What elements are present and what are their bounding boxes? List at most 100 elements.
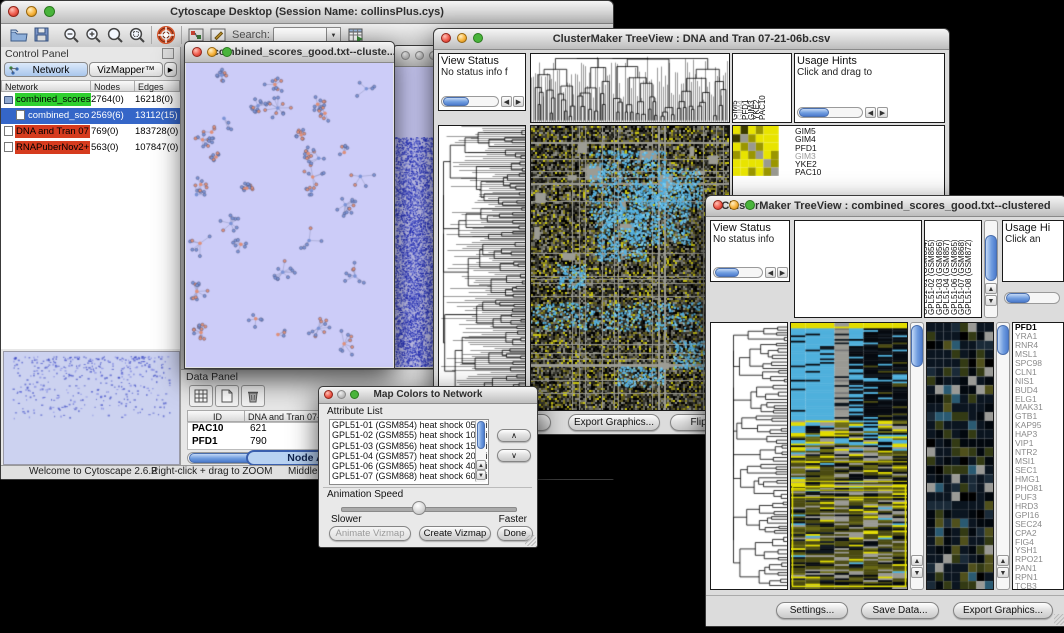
scroll-right-icon[interactable]: ▶: [877, 107, 888, 118]
open-icon[interactable]: [10, 27, 28, 48]
scroll-up-icon[interactable]: ▲: [997, 555, 1009, 566]
heatmap-panel[interactable]: [530, 125, 730, 411]
create-vizmap-button[interactable]: Create Vizmap: [419, 526, 491, 541]
heatmap-vscrollbar[interactable]: ▲ ▼: [910, 322, 924, 590]
network-list-row[interactable]: combined_sco 2569(6) 13112(15): [1, 108, 180, 124]
attribute-item[interactable]: GPL51-03 (GSM856) heat shock 15 min: [330, 441, 488, 451]
close-icon[interactable]: [192, 47, 202, 57]
animation-speed-slider[interactable]: [341, 507, 517, 512]
scroll-left-icon[interactable]: ◀: [765, 267, 776, 278]
attribute-item[interactable]: GPL51-07 (GSM868) heat shock 60 min: [330, 471, 488, 481]
view-status-text: No status info f: [441, 67, 525, 78]
scroll-down-icon[interactable]: ▼: [997, 567, 1009, 578]
move-down-button[interactable]: ∨: [497, 449, 531, 462]
column-labels-vscrollbar[interactable]: ▲ ▼: [984, 220, 998, 318]
column-header-nodes[interactable]: Nodes: [90, 80, 135, 92]
scroll-down-icon[interactable]: ▼: [911, 567, 923, 578]
attribute-item[interactable]: GPL51-01 (GSM854) heat shock 05 min: [330, 420, 488, 430]
column-dendrogram-panel[interactable]: [794, 220, 922, 318]
minimize-icon[interactable]: [729, 200, 739, 210]
birdseye-view[interactable]: [3, 351, 180, 465]
close-icon[interactable]: [401, 51, 410, 60]
scroll-up-icon[interactable]: ▲: [476, 460, 486, 470]
scroll-right-icon[interactable]: ▶: [777, 267, 788, 278]
column-header-network[interactable]: Network: [1, 80, 91, 92]
zoom-heatmap-panel[interactable]: [926, 322, 994, 590]
animate-vizmap-button[interactable]: Animate Vizmap: [329, 526, 411, 541]
new-attribute-icon[interactable]: [215, 385, 239, 407]
gene-list-hscrollbar[interactable]: [1004, 292, 1060, 304]
network-view-window[interactable]: combined_scores_good.txt--cluste...: [184, 41, 395, 369]
row-dendrogram-panel[interactable]: [438, 125, 526, 411]
network-list-row[interactable]: DNA and Tran 07 769(0) 183728(0): [1, 124, 180, 140]
zoom-in-icon[interactable]: [85, 27, 103, 49]
minimize-icon[interactable]: [337, 390, 346, 399]
resize-grip[interactable]: [1054, 614, 1064, 625]
treeview2-titlebar[interactable]: ClusterMaker TreeView : combined_scores_…: [706, 196, 1064, 217]
zoom-window-icon[interactable]: [222, 47, 232, 57]
row-dendrogram-panel[interactable]: [710, 322, 788, 590]
scroll-down-icon[interactable]: ▼: [476, 470, 486, 480]
row-label[interactable]: PAC10: [795, 168, 821, 176]
dialog-titlebar[interactable]: Map Colors to Network: [319, 387, 537, 404]
delete-attribute-icon[interactable]: [241, 385, 265, 407]
zoom-out-icon[interactable]: [63, 27, 81, 49]
zoom-vscrollbar[interactable]: ▲ ▼: [996, 322, 1010, 590]
zoom-fit-icon[interactable]: [107, 27, 125, 49]
attribute-list-vscrollbar[interactable]: ▲ ▼: [475, 420, 486, 482]
tab-scroll-right-icon[interactable]: ▶: [164, 62, 177, 77]
scroll-right-icon[interactable]: ▶: [513, 96, 524, 107]
zoom-window-icon[interactable]: [44, 6, 55, 17]
gene-label[interactable]: TCB3: [1015, 582, 1063, 590]
column-label[interactable]: GPL51-08 (GSM872): [964, 239, 973, 315]
minimize-icon[interactable]: [207, 47, 217, 57]
close-icon[interactable]: [8, 6, 19, 17]
slider-thumb[interactable]: [412, 501, 426, 515]
close-icon[interactable]: [713, 200, 723, 210]
attribute-item[interactable]: GPL51-02 (GSM855) heat shock 10 min: [330, 430, 488, 440]
close-icon[interactable]: [441, 33, 451, 43]
minimize-icon[interactable]: [26, 6, 37, 17]
view-status-hscrollbar[interactable]: [713, 267, 763, 278]
move-up-button[interactable]: ∧: [497, 429, 531, 442]
settings-button[interactable]: Settings...: [776, 602, 848, 619]
treeview1-titlebar[interactable]: ClusterMaker TreeView : DNA and Tran 07-…: [434, 29, 949, 50]
minimize-icon[interactable]: [415, 51, 424, 60]
resize-grip[interactable]: [525, 535, 536, 546]
attribute-select-icon[interactable]: [189, 385, 213, 407]
save-data-button[interactable]: Save Data...: [861, 602, 939, 619]
scroll-up-icon[interactable]: ▲: [911, 555, 923, 566]
tab-vizmapper[interactable]: VizMapper™: [89, 62, 163, 77]
network-canvas[interactable]: [186, 63, 393, 367]
heatmap-panel[interactable]: [790, 322, 908, 590]
scroll-left-icon[interactable]: ◀: [501, 96, 512, 107]
column-label[interactable]: PAC10: [758, 95, 767, 120]
float-panel-icon[interactable]: [162, 48, 174, 59]
save-icon[interactable]: [34, 27, 50, 48]
zoom-window-icon[interactable]: [350, 390, 359, 399]
tab-network[interactable]: Network: [4, 62, 88, 77]
close-icon[interactable]: [324, 390, 333, 399]
scroll-left-icon[interactable]: ◀: [865, 107, 876, 118]
column-dendrogram-panel[interactable]: [530, 53, 730, 123]
zoom-window-icon[interactable]: [745, 200, 755, 210]
network-list-row[interactable]: combined_scores 2764(0) 16218(0): [1, 92, 180, 108]
attribute-item[interactable]: GPL51-06 (GSM865) heat shock 40 min: [330, 461, 488, 471]
network-view-titlebar[interactable]: combined_scores_good.txt--cluste...: [185, 42, 394, 63]
attribute-item[interactable]: GPL51-04 (GSM857) heat shock 20 min: [330, 451, 488, 461]
scroll-up-icon[interactable]: ▲: [985, 283, 997, 294]
selected-cluster-heatmap[interactable]: [733, 126, 779, 176]
network-list-row[interactable]: RNAPuberNov2+ 563(0) 107847(0): [1, 140, 180, 156]
main-titlebar[interactable]: Cytoscape Desktop (Session Name: collins…: [1, 1, 613, 24]
export-graphics-button[interactable]: Export Graphics...: [953, 602, 1053, 619]
zoom-window-icon[interactable]: [473, 33, 483, 43]
column-header-edges[interactable]: Edges: [134, 80, 180, 92]
zoom-selected-icon[interactable]: [129, 27, 147, 49]
scroll-down-icon[interactable]: ▼: [985, 295, 997, 306]
export-graphics-button[interactable]: Export Graphics...: [568, 414, 660, 431]
view-status-hscrollbar[interactable]: [441, 96, 499, 107]
network-view-title: combined_scores_good.txt--cluste...: [213, 46, 394, 58]
data-column-id[interactable]: ID: [187, 410, 245, 422]
minimize-icon[interactable]: [457, 33, 467, 43]
usage-hints-hscrollbar[interactable]: [797, 107, 863, 118]
